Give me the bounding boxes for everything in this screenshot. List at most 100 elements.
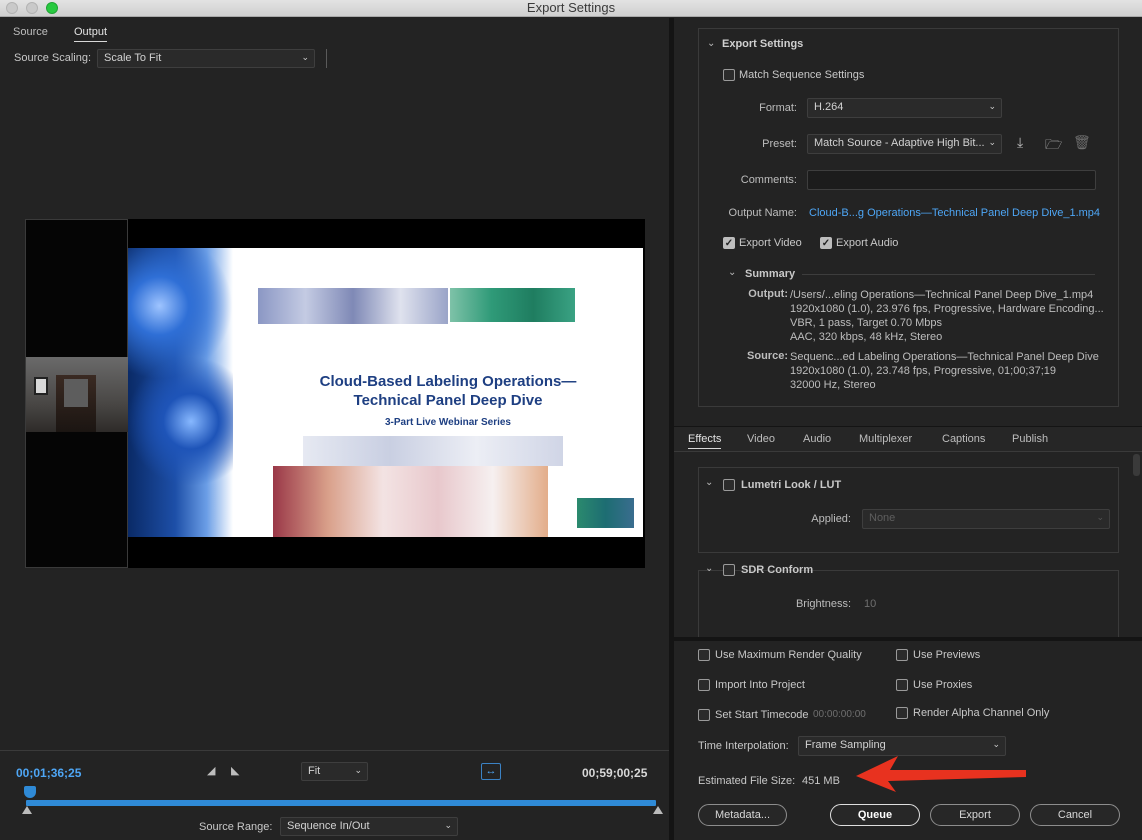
start-timecode-field[interactable]: 00:00:00:00 xyxy=(813,709,866,720)
set-start-timecode-label: Set Start Timecode xyxy=(715,709,809,721)
brightness-value[interactable]: 10 xyxy=(864,598,876,610)
zoom-fit-dropdown[interactable]: Fit ⌄ xyxy=(301,762,368,781)
time-interpolation-dropdown[interactable]: Frame Sampling ⌄ xyxy=(798,736,1006,756)
summary-chevron-icon[interactable]: ⌄ xyxy=(728,267,736,278)
brightness-label: Brightness: xyxy=(795,598,851,610)
zoom-fit-value: Fit xyxy=(308,765,321,777)
set-out-point-icon[interactable]: ◣ xyxy=(231,764,239,777)
window-titlebar: Export Settings xyxy=(0,0,1142,17)
metadata-button[interactable]: Metadata... xyxy=(698,804,787,826)
current-timecode[interactable]: 00;01;36;25 xyxy=(16,766,81,780)
use-proxies-checkbox[interactable] xyxy=(896,679,908,691)
summary-source-line: 1920x1080 (1.0), 23.748 fps, Progressive… xyxy=(790,365,1057,377)
summary-output-line: VBR, 1 pass, Target 0.70 Mbps xyxy=(790,317,943,329)
wall-picture xyxy=(34,377,48,395)
chevron-down-icon: ⌄ xyxy=(301,52,309,62)
summary-output-line: 1920x1080 (1.0), 23.976 fps, Progressive… xyxy=(790,303,1104,315)
video-preview: Cloud-Based Labeling Operations— Technic… xyxy=(25,219,645,568)
options-divider[interactable] xyxy=(674,637,1142,641)
tab-publish[interactable]: Publish xyxy=(1012,433,1048,445)
zoom-window-button[interactable] xyxy=(46,2,58,14)
estimated-file-size-value: 451 MB xyxy=(802,775,840,787)
preset-dropdown[interactable]: Match Source - Adaptive High Bit... ⌄ xyxy=(807,134,1002,154)
source-range-label: Source Range: xyxy=(199,821,273,833)
summary-divider xyxy=(802,274,1095,275)
output-name-link[interactable]: Cloud-B...g Operations—Technical Panel D… xyxy=(809,207,1100,219)
blurred-corner-logo xyxy=(577,498,634,528)
applied-label: Applied: xyxy=(811,513,851,525)
format-dropdown[interactable]: H.264 ⌄ xyxy=(807,98,1002,118)
tab-multiplexer[interactable]: Multiplexer xyxy=(859,433,912,445)
lumetri-chevron-icon[interactable]: ⌄ xyxy=(705,477,713,488)
source-range-dropdown[interactable]: Sequence In/Out ⌄ xyxy=(280,817,458,836)
lumetri-header: Lumetri Look / LUT xyxy=(741,479,842,491)
sdr-conform-section xyxy=(698,570,1119,640)
time-scrubber[interactable] xyxy=(26,800,656,806)
collapse-chevron-icon[interactable]: ⌄ xyxy=(707,38,715,49)
format-label: Format: xyxy=(759,102,797,114)
set-in-point-icon[interactable]: ◢ xyxy=(207,764,215,777)
export-audio-label: Export Audio xyxy=(836,237,899,249)
max-render-quality-checkbox[interactable] xyxy=(698,649,710,661)
chevron-down-icon: ⌄ xyxy=(988,137,996,147)
cancel-button[interactable]: Cancel xyxy=(1030,804,1120,826)
effects-scrollbar[interactable] xyxy=(1133,454,1140,476)
fiber-optic-graphic xyxy=(128,248,233,537)
queue-button[interactable]: Queue xyxy=(830,804,920,826)
lumetri-checkbox[interactable] xyxy=(723,479,735,491)
blurred-graphic-block xyxy=(273,466,548,537)
source-range-value: Sequence In/Out xyxy=(287,820,370,832)
export-video-checkbox[interactable]: ✓ xyxy=(723,237,735,249)
end-timecode: 00;59;00;25 xyxy=(582,766,648,780)
set-start-timecode-checkbox[interactable] xyxy=(698,709,710,721)
export-button[interactable]: Export xyxy=(930,804,1020,826)
time-interpolation-label: Time Interpolation: xyxy=(698,740,789,752)
playhead-handle[interactable] xyxy=(24,786,36,798)
tab-effects[interactable]: Effects xyxy=(688,433,722,449)
slide-frame: Cloud-Based Labeling Operations— Technic… xyxy=(128,248,643,537)
save-preset-icon[interactable]: ⤓ xyxy=(1017,134,1023,151)
preset-value: Match Source - Adaptive High Bit... xyxy=(814,137,985,149)
slide-subtitle: 3-Part Live Webinar Series xyxy=(385,417,511,428)
source-scaling-label: Source Scaling: xyxy=(14,52,92,64)
minimize-window-button[interactable] xyxy=(26,2,38,14)
window-title: Export Settings xyxy=(526,0,616,15)
tab-output[interactable]: Output xyxy=(74,26,108,42)
delete-preset-icon[interactable]: 🗑 xyxy=(1073,134,1091,151)
tab-audio[interactable]: Audio xyxy=(803,433,831,445)
out-point-marker[interactable] xyxy=(653,806,663,814)
source-scaling-dropdown[interactable]: Scale To Fit ⌄ xyxy=(97,49,315,68)
estimated-file-size-label: Estimated File Size: xyxy=(698,775,796,787)
tab-video[interactable]: Video xyxy=(747,433,775,445)
timeline-bar: 00;01;36;25 ◢ ◣ Fit ⌄ ↔ 00;59;00;25 Sour… xyxy=(0,750,669,840)
import-preset-icon[interactable]: 🗁 xyxy=(1045,134,1062,158)
webcam-image xyxy=(26,357,128,432)
max-render-quality-label: Use Maximum Render Quality xyxy=(715,649,862,661)
aspect-ratio-correction-icon[interactable]: ↔ xyxy=(481,763,501,780)
right-panel: ⌄ Export Settings Match Sequence Setting… xyxy=(674,18,1142,840)
slide-title-line1: Cloud-Based Labeling Operations— xyxy=(319,373,577,390)
toolbar-divider xyxy=(326,49,327,68)
render-alpha-checkbox[interactable] xyxy=(896,707,908,719)
applied-dropdown[interactable]: None ⌄ xyxy=(862,509,1110,529)
blurred-text-block xyxy=(303,436,563,466)
summary-source-line: 32000 Hz, Stereo xyxy=(790,379,876,391)
summary-source-label: Source: xyxy=(747,350,788,362)
summary-output-label: Output: xyxy=(748,288,788,300)
sdr-conform-checkbox[interactable] xyxy=(723,564,735,576)
import-into-project-label: Import Into Project xyxy=(715,679,805,691)
in-point-marker[interactable] xyxy=(22,806,32,814)
applied-value: None xyxy=(869,512,896,524)
tab-captions[interactable]: Captions xyxy=(942,433,985,445)
export-audio-checkbox[interactable]: ✓ xyxy=(820,237,832,249)
export-settings-header: Export Settings xyxy=(722,38,804,50)
summary-output-line: AAC, 320 kbps, 48 kHz, Stereo xyxy=(790,331,943,343)
comments-field[interactable] xyxy=(807,170,1096,190)
sdr-chevron-icon[interactable]: ⌄ xyxy=(705,563,713,574)
tab-source[interactable]: Source xyxy=(13,26,48,38)
close-window-button[interactable] xyxy=(6,2,18,14)
match-sequence-checkbox[interactable] xyxy=(723,69,735,81)
source-scaling-value: Scale To Fit xyxy=(104,52,162,64)
import-into-project-checkbox[interactable] xyxy=(698,679,710,691)
use-previews-checkbox[interactable] xyxy=(896,649,908,661)
